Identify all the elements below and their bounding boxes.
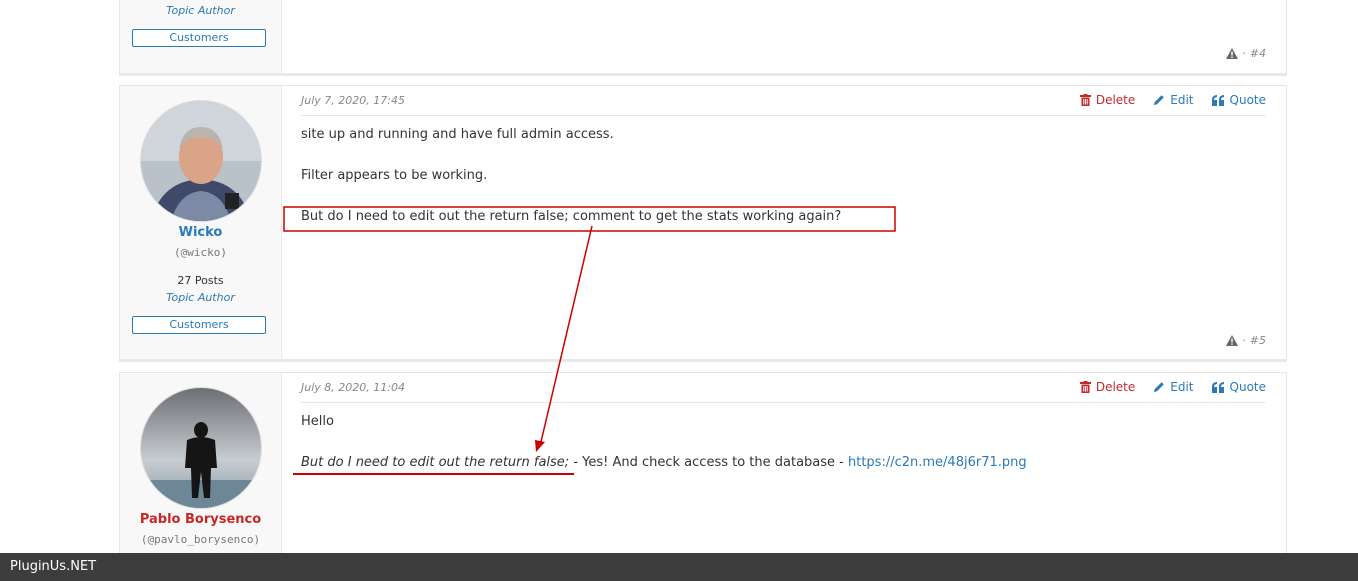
reply-text: - Yes! And check access to the database … (569, 455, 848, 470)
author-name[interactable]: Pablo Borysenco (120, 512, 281, 527)
pencil-icon (1154, 382, 1165, 392)
divider (301, 402, 1266, 403)
footer-bar: PluginUs.NET (0, 553, 1358, 581)
footer-brand[interactable]: PluginUs.NET (10, 559, 96, 574)
customers-badge[interactable]: Customers (132, 29, 266, 47)
forum-post-6: Pablo Borysenco (@pavlo_borysenco) July … (119, 372, 1287, 572)
post-number: · #4 (1226, 47, 1266, 60)
edit-label: Edit (1170, 93, 1194, 107)
quote-button[interactable]: Quote (1211, 93, 1266, 107)
trash-icon (1079, 381, 1091, 393)
quote-label: Quote (1229, 380, 1266, 394)
post-actions: Delete Edit Quote (1079, 380, 1266, 394)
author-name[interactable]: Wicko (120, 225, 281, 240)
customers-badge[interactable]: Customers (132, 316, 266, 334)
post-number: · #5 (1226, 334, 1266, 347)
author-handle: (@pavlo_borysenco) (140, 533, 261, 546)
trash-icon (1079, 94, 1091, 106)
post-greeting: Hello (301, 414, 334, 429)
avatar[interactable] (140, 387, 262, 509)
post-reply-paragraph: But do I need to edit out the return fal… (301, 455, 1027, 470)
avatar[interactable] (140, 100, 262, 222)
post-date: July 8, 2020, 11:04 (301, 381, 405, 394)
warning-icon[interactable] (1226, 335, 1239, 346)
divider (301, 115, 1266, 116)
post-number-label[interactable]: #5 (1250, 334, 1266, 347)
post-date: July 7, 2020, 17:45 (301, 94, 405, 107)
post-author-panel: Pablo Borysenco (@pavlo_borysenco) (120, 373, 282, 569)
post-author-panel: Wicko (@wicko) 27 Posts Topic Author Cus… (120, 86, 282, 359)
author-post-count: 27 Posts (177, 274, 224, 287)
edit-button[interactable]: Edit (1153, 380, 1194, 394)
post-paragraph: But do I need to edit out the return fal… (301, 209, 842, 224)
warning-icon[interactable] (1226, 48, 1239, 59)
post-number-label[interactable]: #4 (1250, 47, 1266, 60)
edit-button[interactable]: Edit (1153, 93, 1194, 107)
pencil-icon (1154, 95, 1165, 105)
post-body: July 7, 2020, 17:45 Delete Edit Quote si… (301, 86, 1266, 359)
forum-post-4: Topic Author Customers · #4 (119, 0, 1287, 76)
quote-button[interactable]: Quote (1211, 380, 1266, 394)
post-body: · #4 (301, 0, 1266, 73)
quote-icon (1211, 94, 1224, 106)
post-actions: Delete Edit Quote (1079, 93, 1266, 107)
quote-label: Quote (1229, 93, 1266, 107)
edit-label: Edit (1170, 380, 1194, 394)
author-role: Topic Author (166, 291, 235, 304)
delete-label: Delete (1095, 380, 1136, 394)
screenshot-link[interactable]: https://c2n.me/48j6r71.png (848, 455, 1027, 470)
post-paragraph: site up and running and have full admin … (301, 127, 614, 142)
author-role: Topic Author (166, 4, 235, 17)
post-body: July 8, 2020, 11:04 Delete Edit Quote He… (301, 373, 1266, 569)
delete-label: Delete (1095, 93, 1136, 107)
post-author-panel: Topic Author Customers (120, 0, 282, 73)
delete-button[interactable]: Delete (1079, 380, 1136, 394)
post-paragraph: Filter appears to be working. (301, 168, 488, 183)
author-handle: (@wicko) (174, 246, 227, 259)
delete-button[interactable]: Delete (1079, 93, 1136, 107)
forum-post-5: Wicko (@wicko) 27 Posts Topic Author Cus… (119, 85, 1287, 362)
quote-icon (1211, 381, 1224, 393)
quoted-text: But do I need to edit out the return fal… (301, 455, 570, 470)
